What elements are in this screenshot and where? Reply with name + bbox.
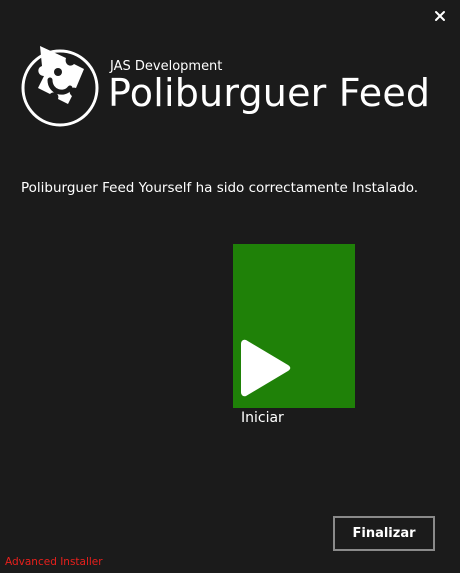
close-icon: [435, 11, 445, 21]
product-title: Poliburguer Feed: [108, 71, 431, 115]
close-button[interactable]: [432, 8, 448, 24]
launch-tile[interactable]: [233, 244, 355, 408]
puzzle-logo-icon: [21, 46, 99, 127]
installer-brand: Advanced Installer: [5, 556, 103, 568]
launch-label[interactable]: Iniciar: [241, 410, 284, 426]
install-success-message: Poliburguer Feed Yourself ha sido correc…: [21, 180, 419, 196]
play-icon: [241, 339, 291, 397]
finish-button[interactable]: Finalizar: [333, 516, 435, 551]
